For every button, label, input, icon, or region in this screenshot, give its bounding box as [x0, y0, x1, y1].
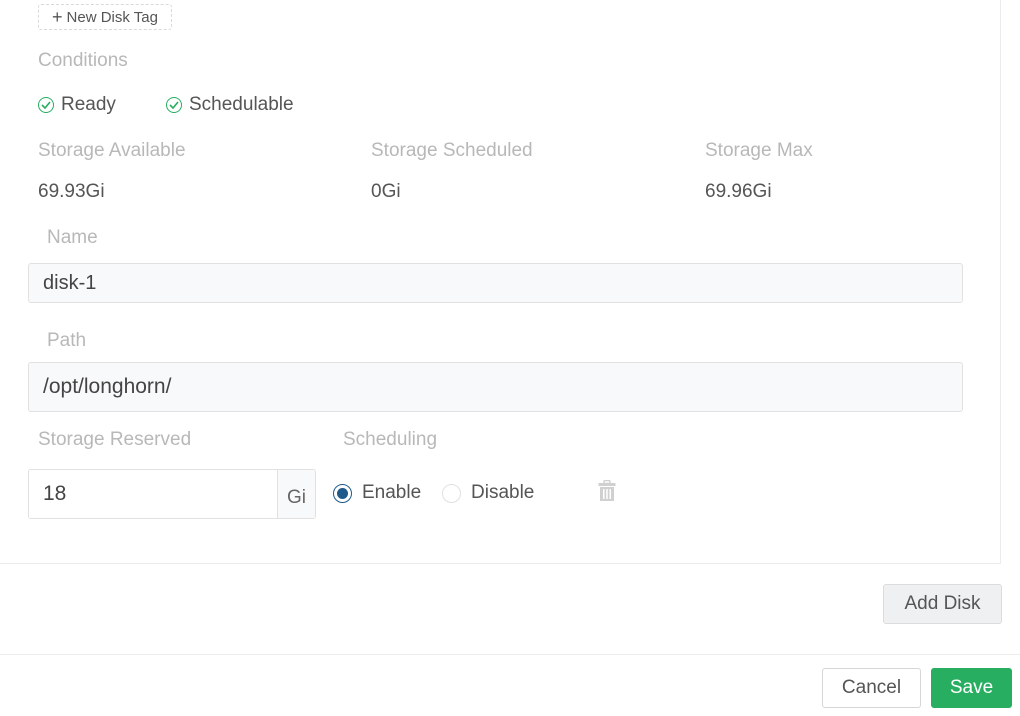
cancel-button[interactable]: Cancel	[822, 668, 921, 708]
disk-name-input[interactable]: disk-1	[28, 263, 963, 303]
radio-unselected-icon	[442, 483, 461, 503]
storage-reserved-input[interactable]: 18	[29, 470, 277, 518]
check-circle-icon	[166, 97, 182, 113]
radio-selected-icon	[333, 483, 352, 503]
storage-scheduled-value: 0Gi	[371, 181, 401, 202]
name-label: Name	[47, 227, 98, 248]
condition-label: Schedulable	[189, 94, 294, 115]
storage-reserved-label: Storage Reserved	[38, 429, 192, 450]
storage-available-value: 69.93Gi	[38, 181, 105, 202]
storage-max-value: 69.96Gi	[705, 181, 772, 202]
disk-card: + New Disk Tag Conditions Ready Schedula…	[0, 0, 1001, 564]
storage-reserved-value: 18	[43, 482, 67, 505]
add-disk-button[interactable]: Add Disk	[883, 584, 1002, 624]
storage-max-label: Storage Max	[705, 140, 813, 161]
condition-label: Ready	[61, 94, 116, 115]
condition-ready: Ready	[38, 94, 116, 116]
path-label: Path	[47, 330, 87, 351]
unit-addon: Gi	[277, 470, 315, 518]
scheduling-enable-radio[interactable]: Enable	[333, 482, 421, 504]
delete-disk-button[interactable]	[598, 479, 616, 502]
conditions-label: Conditions	[38, 50, 128, 71]
footer-divider	[0, 654, 1020, 655]
storage-scheduled-label: Storage Scheduled	[371, 140, 533, 161]
save-button[interactable]: Save	[931, 668, 1012, 708]
disk-path-input[interactable]: /opt/longhorn/	[28, 362, 963, 412]
scheduling-label: Scheduling	[343, 429, 438, 450]
radio-label: Disable	[471, 482, 535, 503]
new-disk-tag-label: New Disk Tag	[66, 8, 158, 26]
radio-label: Enable	[362, 482, 422, 503]
check-circle-icon	[38, 97, 54, 113]
disk-name-value: disk-1	[43, 271, 97, 294]
trash-icon	[598, 479, 616, 501]
storage-reserved-field: 18 Gi	[28, 469, 316, 519]
plus-icon: +	[52, 7, 63, 27]
scheduling-disable-radio[interactable]: Disable	[442, 482, 534, 504]
storage-available-label: Storage Available	[38, 140, 186, 161]
new-disk-tag-button[interactable]: + New Disk Tag	[38, 4, 172, 30]
condition-schedulable: Schedulable	[166, 94, 294, 116]
disk-path-value: /opt/longhorn/	[43, 375, 172, 398]
